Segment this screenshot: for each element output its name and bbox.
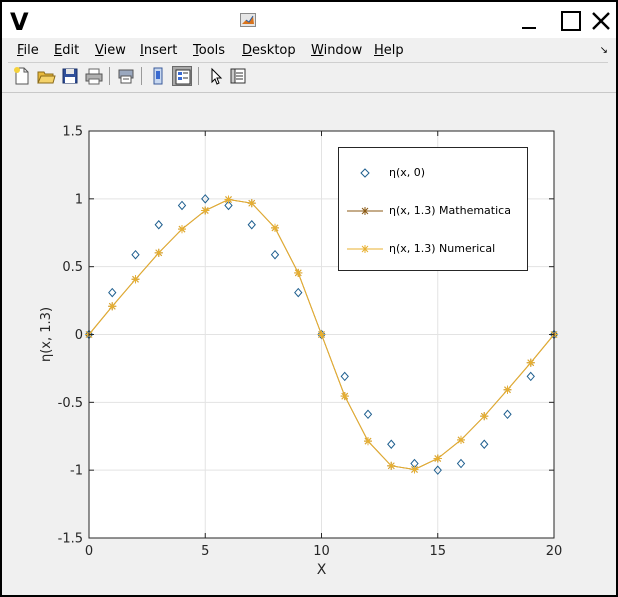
y-tick-label: 1 [75,192,83,207]
new-figure-icon[interactable] [12,66,32,86]
show-plot-tools-icon[interactable] [172,66,192,86]
data-point-asterisk [317,330,326,339]
data-point-asterisk [108,302,117,311]
x-tick-label: 15 [429,544,446,559]
legend-entry-series-1: η(x, 0) [339,163,529,183]
y-tick-label: 1.5 [62,125,83,140]
figure-canvas: 0 5 10 15 20 -1.5 -1 -0.5 0 0.5 1 1.5 X η(x, 1.3) η… [2,94,616,595]
data-point-asterisk [224,195,233,204]
x-tick-label: 20 [546,544,563,559]
legend-entry-series-3: η(x, 1.3) Numerical [339,239,529,259]
x-tick-label: 5 [201,544,209,559]
y-tick-label: -0.5 [58,396,83,411]
data-point-asterisk [271,223,279,232]
legend-line-asterisk-light [347,245,383,253]
close-button[interactable] [590,10,612,32]
toolbar-divider [109,67,110,85]
data-point-asterisk [178,225,186,234]
menu-file[interactable]: File [17,43,39,58]
x-tick-label: 0 [85,544,93,559]
data-point-asterisk [247,199,256,208]
legend-label-series-2: η(x, 1.3) Mathematica [389,204,511,217]
property-inspector-icon[interactable] [228,66,248,86]
data-point-asterisk [201,206,210,215]
menu-help[interactable]: Help [374,43,404,58]
x-tick-label: 10 [313,544,330,559]
maximize-button[interactable] [560,10,582,32]
legend-marker-diamond [360,168,370,178]
menu-edit[interactable]: Edit [54,43,79,58]
legend[interactable]: η(x, 0) η(x, 1.3) Mathematica η(x, 1.3) … [338,147,528,271]
data-point-asterisk [410,465,419,474]
legend-label-series-1: η(x, 0) [389,166,426,179]
x-axis-label: X [317,562,327,578]
menu-desktop[interactable]: Desktop [242,43,296,58]
y-tick-label: -1 [70,464,83,479]
save-icon[interactable] [60,66,80,86]
open-file-icon[interactable] [36,66,56,86]
toolbar-bottom-divider [2,92,616,93]
data-point-asterisk [154,248,163,257]
print-icon[interactable] [84,66,104,86]
minimize-button[interactable] [518,10,540,32]
toolbar-top-divider [8,62,608,63]
menu-bar: File Edit View Insert Tools Desktop Wind… [2,40,616,62]
data-point-asterisk [340,392,349,401]
y-tick-label: 0 [75,328,83,343]
y-tick-label: -1.5 [58,532,83,547]
data-point-asterisk [480,412,489,421]
data-point-asterisk [364,437,372,446]
toolbar-divider [198,67,199,85]
data-point-asterisk [387,461,396,470]
y-axis-label: η(x, 1.3) [39,307,54,362]
legend-label-series-3: η(x, 1.3) Numerical [389,242,496,255]
dock-arrow-icon[interactable]: ↘ [600,45,608,56]
data-point-asterisk [294,268,303,277]
hide-plot-tools-icon[interactable] [148,66,168,86]
menu-view[interactable]: View [95,43,126,58]
menu-window[interactable]: Window [311,43,362,58]
data-point-asterisk [131,275,140,284]
figure-window: V File Edit View Insert Tools Desktop Wi… [0,0,618,597]
app-glyph: V [10,8,29,36]
edit-plot-arrow-icon[interactable] [206,66,226,86]
legend-entry-series-2: η(x, 1.3) Mathematica [339,201,529,221]
data-point-asterisk [503,385,512,394]
menu-insert[interactable]: Insert [140,43,177,58]
toolbar-divider [141,67,142,85]
data-point-asterisk [457,435,465,444]
data-point-asterisk [526,358,535,367]
y-tick-label: 0.5 [62,260,83,275]
data-point-asterisk [433,454,442,463]
toolbar [2,64,616,90]
print-preview-icon[interactable] [116,66,136,86]
legend-line-asterisk-dark [347,207,383,215]
menu-tools[interactable]: Tools [193,43,225,58]
matlab-icon [240,13,256,27]
title-bar: V [2,2,616,38]
